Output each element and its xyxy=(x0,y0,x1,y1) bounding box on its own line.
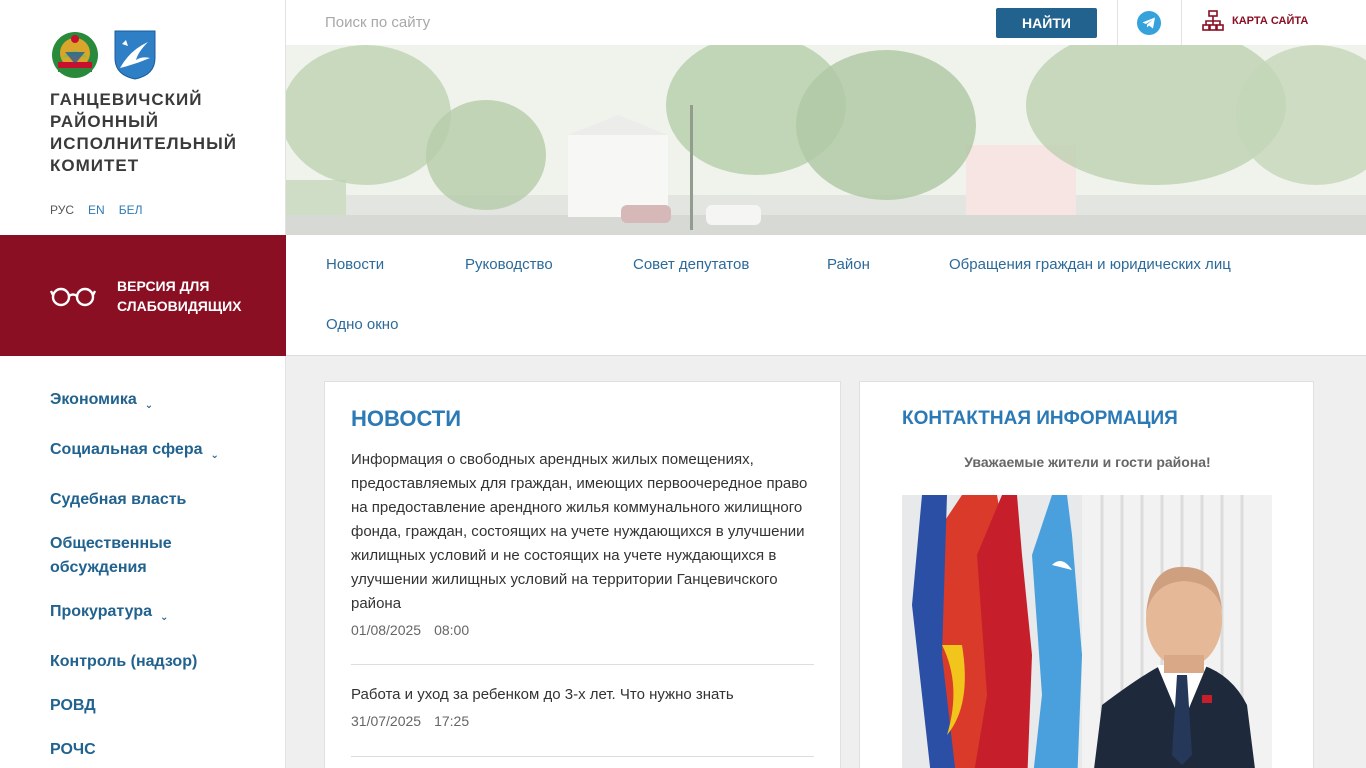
side-item-judiciary[interactable]: Судебная власть xyxy=(50,488,270,512)
low-vision-label: ВЕРСИЯ ДЛЯ СЛАБОВИДЯЩИХ xyxy=(117,277,242,314)
side-menu: Экономика ⌄ Социальная сфера ⌄ Судебная вл… xyxy=(50,388,270,768)
side-item-label: Контроль (надзор) xyxy=(50,653,198,670)
org-title[interactable]: ГАНЦЕВИЧСКИЙ РАЙОННЫЙ ИСПОЛНИТЕЛЬНЫЙ КОМ… xyxy=(50,89,250,177)
side-item-label: Общественные обсуждения xyxy=(50,535,172,576)
language-switcher: РУС EN БЕЛ xyxy=(50,203,142,217)
glasses-icon xyxy=(50,287,96,306)
official-portrait xyxy=(902,495,1272,768)
nav-news[interactable]: Новости xyxy=(326,256,384,273)
header-banner xyxy=(286,45,1366,235)
lang-be[interactable]: БЕЛ xyxy=(119,203,143,217)
contact-card: КОНТАКТНАЯ ИНФОРМАЦИЯ Уважаемые жители и… xyxy=(859,381,1314,768)
contact-title[interactable]: КОНТАКТНАЯ ИНФОРМАЦИЯ xyxy=(902,408,1178,430)
lang-en[interactable]: EN xyxy=(88,203,105,217)
find-button[interactable]: НАЙТИ xyxy=(996,8,1097,38)
side-item-label: Судебная власть xyxy=(50,491,187,508)
nav-leadership[interactable]: Руководство xyxy=(465,256,553,273)
news-time: 08:00 xyxy=(434,622,470,638)
divider xyxy=(351,664,814,665)
lang-ru[interactable]: РУС xyxy=(50,203,74,217)
district-coat-of-arms-icon xyxy=(114,30,156,80)
greeting-text: Уважаемые жители и гости района! xyxy=(964,454,1211,470)
news-link[interactable]: Работа и уход за ребенком до 3-х лет. Чт… xyxy=(351,683,816,707)
sitemap-icon xyxy=(1202,10,1224,31)
side-item-prosecutor[interactable]: Прокуратура ⌄ xyxy=(50,600,270,630)
divider xyxy=(351,756,814,757)
news-title[interactable]: НОВОСТИ xyxy=(351,406,461,432)
nav-one-window[interactable]: Одно окно xyxy=(326,316,398,333)
side-item-label: РОЧС xyxy=(50,741,96,758)
news-time: 17:25 xyxy=(434,713,470,729)
side-item-economy[interactable]: Экономика ⌄ xyxy=(50,388,270,418)
town-street-photo xyxy=(286,45,1366,235)
side-item-rovd[interactable]: РОВД xyxy=(50,694,270,718)
logo[interactable] xyxy=(50,30,160,80)
list-item: Информация о свободных арендных жилых по… xyxy=(351,448,816,638)
side-item-label: Экономика xyxy=(50,391,137,408)
chevron-down-icon: ⌄ xyxy=(160,612,169,623)
top-bar: НАЙТИ КАРТА САЙТА xyxy=(286,0,1366,45)
portrait-photo xyxy=(902,495,1272,768)
nav-council[interactable]: Совет депутатов xyxy=(633,256,749,273)
list-item: Работа и уход за ребенком до 3-х лет. Чт… xyxy=(351,683,816,729)
nav-appeals[interactable]: Обращения граждан и юридических лиц xyxy=(949,256,1231,273)
side-item-label: Прокуратура xyxy=(50,603,153,620)
chevron-down-icon: ⌄ xyxy=(210,450,219,461)
news-card: НОВОСТИ Информация о свободных арендных … xyxy=(324,381,841,768)
news-meta: 31/07/2025 17:25 xyxy=(351,713,816,729)
news-link[interactable]: Информация о свободных арендных жилых по… xyxy=(351,448,816,616)
side-item-rochs[interactable]: РОЧС xyxy=(50,738,270,762)
telegram-icon[interactable] xyxy=(1137,11,1161,35)
chevron-down-icon: ⌄ xyxy=(144,400,154,411)
news-meta: 01/08/2025 08:00 xyxy=(351,622,816,638)
sitemap-label: КАРТА САЙТА xyxy=(1232,15,1309,27)
sidebar: ГАНЦЕВИЧСКИЙ РАЙОННЫЙ ИСПОЛНИТЕЛЬНЫЙ КОМ… xyxy=(0,0,286,768)
divider xyxy=(1181,0,1182,45)
side-item-label: Социальная сфера xyxy=(50,441,203,458)
divider xyxy=(1117,0,1118,45)
news-date: 31/07/2025 xyxy=(351,713,422,729)
side-item-public-discussions[interactable]: Общественные обсуждения xyxy=(50,532,270,580)
nav-district[interactable]: Район xyxy=(827,256,870,273)
side-item-label: РОВД xyxy=(50,697,96,714)
sitemap-link[interactable]: КАРТА САЙТА xyxy=(1202,10,1308,32)
low-vision-button[interactable]: ВЕРСИЯ ДЛЯ СЛАБОВИДЯЩИХ xyxy=(0,235,286,356)
side-item-control[interactable]: Контроль (надзор) xyxy=(50,650,270,674)
side-item-social[interactable]: Социальная сфера ⌄ xyxy=(50,438,270,468)
news-date: 01/08/2025 xyxy=(351,622,422,638)
search-input[interactable] xyxy=(286,0,966,45)
main-nav: Новости Руководство Совет депутатов Райо… xyxy=(286,235,1366,356)
belarus-emblem-icon xyxy=(52,32,98,78)
